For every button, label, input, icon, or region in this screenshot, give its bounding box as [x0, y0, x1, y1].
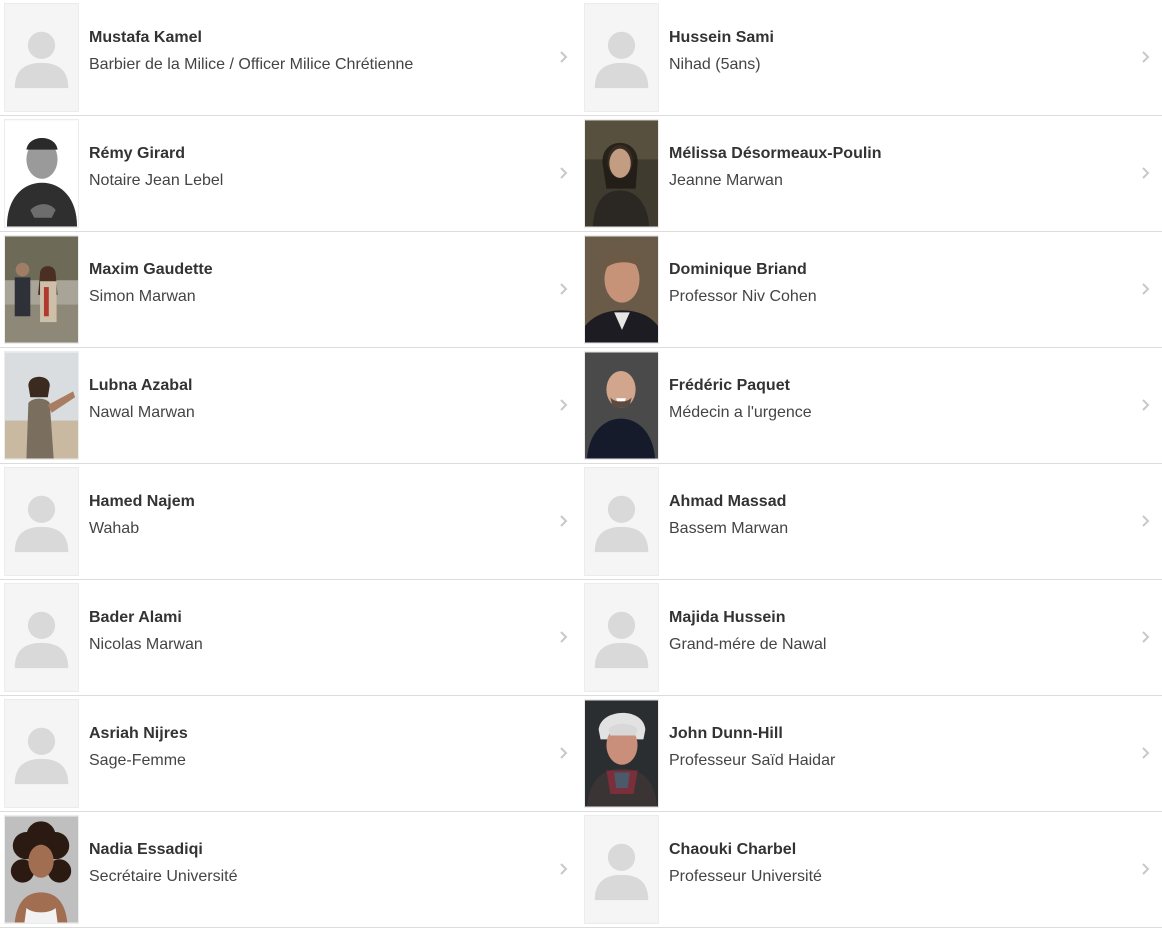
cast-card-maxim-gaudette[interactable]: Maxim Gaudette Simon Marwan — [0, 232, 580, 347]
photo-dark-haired-woman — [584, 119, 659, 228]
cast-name: Mélissa Désormeaux-Poulin — [669, 145, 882, 162]
chevron-right-icon — [556, 396, 570, 414]
cast-row: Lubna Azabal Nawal Marwan Frédéric Paque… — [0, 348, 1162, 464]
row-divider — [0, 927, 1162, 928]
cast-role: Grand-mére de Nawal — [669, 636, 827, 653]
cast-row: Hamed Najem Wahab Ahmad Massad Bassem Ma… — [0, 464, 1162, 580]
chevron-right-icon — [556, 280, 570, 298]
photo-bald-smiling-man — [584, 351, 659, 460]
cast-name: Hussein Sami — [669, 29, 774, 46]
cast-role: Barbier de la Milice / Officer Milice Ch… — [89, 56, 414, 73]
chevron-right-icon — [1138, 280, 1152, 298]
cast-name: Rémy Girard — [89, 145, 186, 162]
placeholder-avatar-icon — [584, 583, 659, 692]
cast-card-mustafa-kamel[interactable]: Mustafa Kamel Barbier de la Milice / Off… — [0, 0, 580, 115]
cast-card-melissa-desormeaux-poulin[interactable]: Mélissa Désormeaux-Poulin Jeanne Marwan — [580, 116, 1162, 231]
cast-card-asriah-nijres[interactable]: Asriah Nijres Sage-Femme — [0, 696, 580, 811]
cast-card-dominique-briand[interactable]: Dominique Briand Professor Niv Cohen — [580, 232, 1162, 347]
cast-name: Frédéric Paquet — [669, 377, 790, 394]
cast-row: Asriah Nijres Sage-Femme John Dunn-Hill … — [0, 696, 1162, 812]
cast-card-hamed-najem[interactable]: Hamed Najem Wahab — [0, 464, 580, 579]
cast-card-ahmad-massad[interactable]: Ahmad Massad Bassem Marwan — [580, 464, 1162, 579]
photo-man-in-suit — [584, 235, 659, 344]
cast-name: Chaouki Charbel — [669, 841, 797, 858]
placeholder-avatar-icon — [584, 815, 659, 924]
placeholder-avatar-icon — [4, 583, 79, 692]
chevron-right-icon — [556, 48, 570, 66]
photo-elderly-man-scarf — [584, 699, 659, 808]
cast-role: Bassem Marwan — [669, 520, 789, 537]
cast-card-majida-hussein[interactable]: Majida Hussein Grand-mére de Nawal — [580, 580, 1162, 695]
cast-role: Jeanne Marwan — [669, 172, 783, 189]
chevron-right-icon — [556, 744, 570, 762]
cast-name: Dominique Briand — [669, 261, 807, 278]
cast-name: Maxim Gaudette — [89, 261, 213, 278]
photo-bw-man-dark-jacket — [4, 119, 79, 228]
chevron-right-icon — [1138, 396, 1152, 414]
placeholder-avatar-icon — [4, 3, 79, 112]
cast-row: Maxim Gaudette Simon Marwan Dominique Br… — [0, 232, 1162, 348]
cast-name: Nadia Essadiqi — [89, 841, 203, 858]
cast-role: Nawal Marwan — [89, 404, 195, 421]
cast-role: Professor Niv Cohen — [669, 288, 817, 305]
cast-row: Nadia Essadiqi Secrétaire Université Cha… — [0, 812, 1162, 928]
placeholder-avatar-icon — [584, 3, 659, 112]
cast-row: Rémy Girard Notaire Jean Lebel Mélissa D… — [0, 116, 1162, 232]
cast-role: Médecin a l'urgence — [669, 404, 812, 421]
cast-name: Bader Alami — [89, 609, 182, 626]
cast-role: Sage-Femme — [89, 752, 186, 769]
cast-role: Simon Marwan — [89, 288, 196, 305]
cast-row: Bader Alami Nicolas Marwan Majida Hussei… — [0, 580, 1162, 696]
cast-name: Ahmad Massad — [669, 493, 787, 510]
cast-role: Wahab — [89, 520, 140, 537]
cast-name: Asriah Nijres — [89, 725, 188, 742]
chevron-right-icon — [1138, 48, 1152, 66]
placeholder-avatar-icon — [4, 699, 79, 808]
cast-role: Nihad (5ans) — [669, 56, 761, 73]
photo-woman-outdoors — [4, 351, 79, 460]
cast-card-lubna-azabal[interactable]: Lubna Azabal Nawal Marwan — [0, 348, 580, 463]
chevron-right-icon — [1138, 744, 1152, 762]
cast-name: Majida Hussein — [669, 609, 786, 626]
cast-card-john-dunn-hill[interactable]: John Dunn-Hill Professeur Saïd Haidar — [580, 696, 1162, 811]
photo-couple-on-beach — [4, 235, 79, 344]
cast-name: Lubna Azabal — [89, 377, 193, 394]
photo-curly-haired-woman — [4, 815, 79, 924]
cast-list: Mustafa Kamel Barbier de la Milice / Off… — [0, 0, 1162, 929]
cast-role: Nicolas Marwan — [89, 636, 203, 653]
chevron-right-icon — [1138, 860, 1152, 878]
chevron-right-icon — [1138, 164, 1152, 182]
cast-row: Mustafa Kamel Barbier de la Milice / Off… — [0, 0, 1162, 116]
chevron-right-icon — [556, 628, 570, 646]
cast-role: Secrétaire Université — [89, 868, 238, 885]
cast-card-remy-girard[interactable]: Rémy Girard Notaire Jean Lebel — [0, 116, 580, 231]
placeholder-avatar-icon — [4, 467, 79, 576]
chevron-right-icon — [556, 164, 570, 182]
cast-name: Mustafa Kamel — [89, 29, 202, 46]
chevron-right-icon — [1138, 628, 1152, 646]
cast-card-frederic-paquet[interactable]: Frédéric Paquet Médecin a l'urgence — [580, 348, 1162, 463]
cast-role: Professeur Saïd Haidar — [669, 752, 836, 769]
cast-card-hussein-sami[interactable]: Hussein Sami Nihad (5ans) — [580, 0, 1162, 115]
chevron-right-icon — [556, 860, 570, 878]
cast-name: Hamed Najem — [89, 493, 195, 510]
cast-card-chaouki-charbel[interactable]: Chaouki Charbel Professeur Université — [580, 812, 1162, 927]
cast-card-bader-alami[interactable]: Bader Alami Nicolas Marwan — [0, 580, 580, 695]
cast-role: Professeur Université — [669, 868, 822, 885]
placeholder-avatar-icon — [584, 467, 659, 576]
chevron-right-icon — [556, 512, 570, 530]
chevron-right-icon — [1138, 512, 1152, 530]
cast-card-nadia-essadiqi[interactable]: Nadia Essadiqi Secrétaire Université — [0, 812, 580, 927]
cast-name: John Dunn-Hill — [669, 725, 783, 742]
cast-role: Notaire Jean Lebel — [89, 172, 224, 189]
